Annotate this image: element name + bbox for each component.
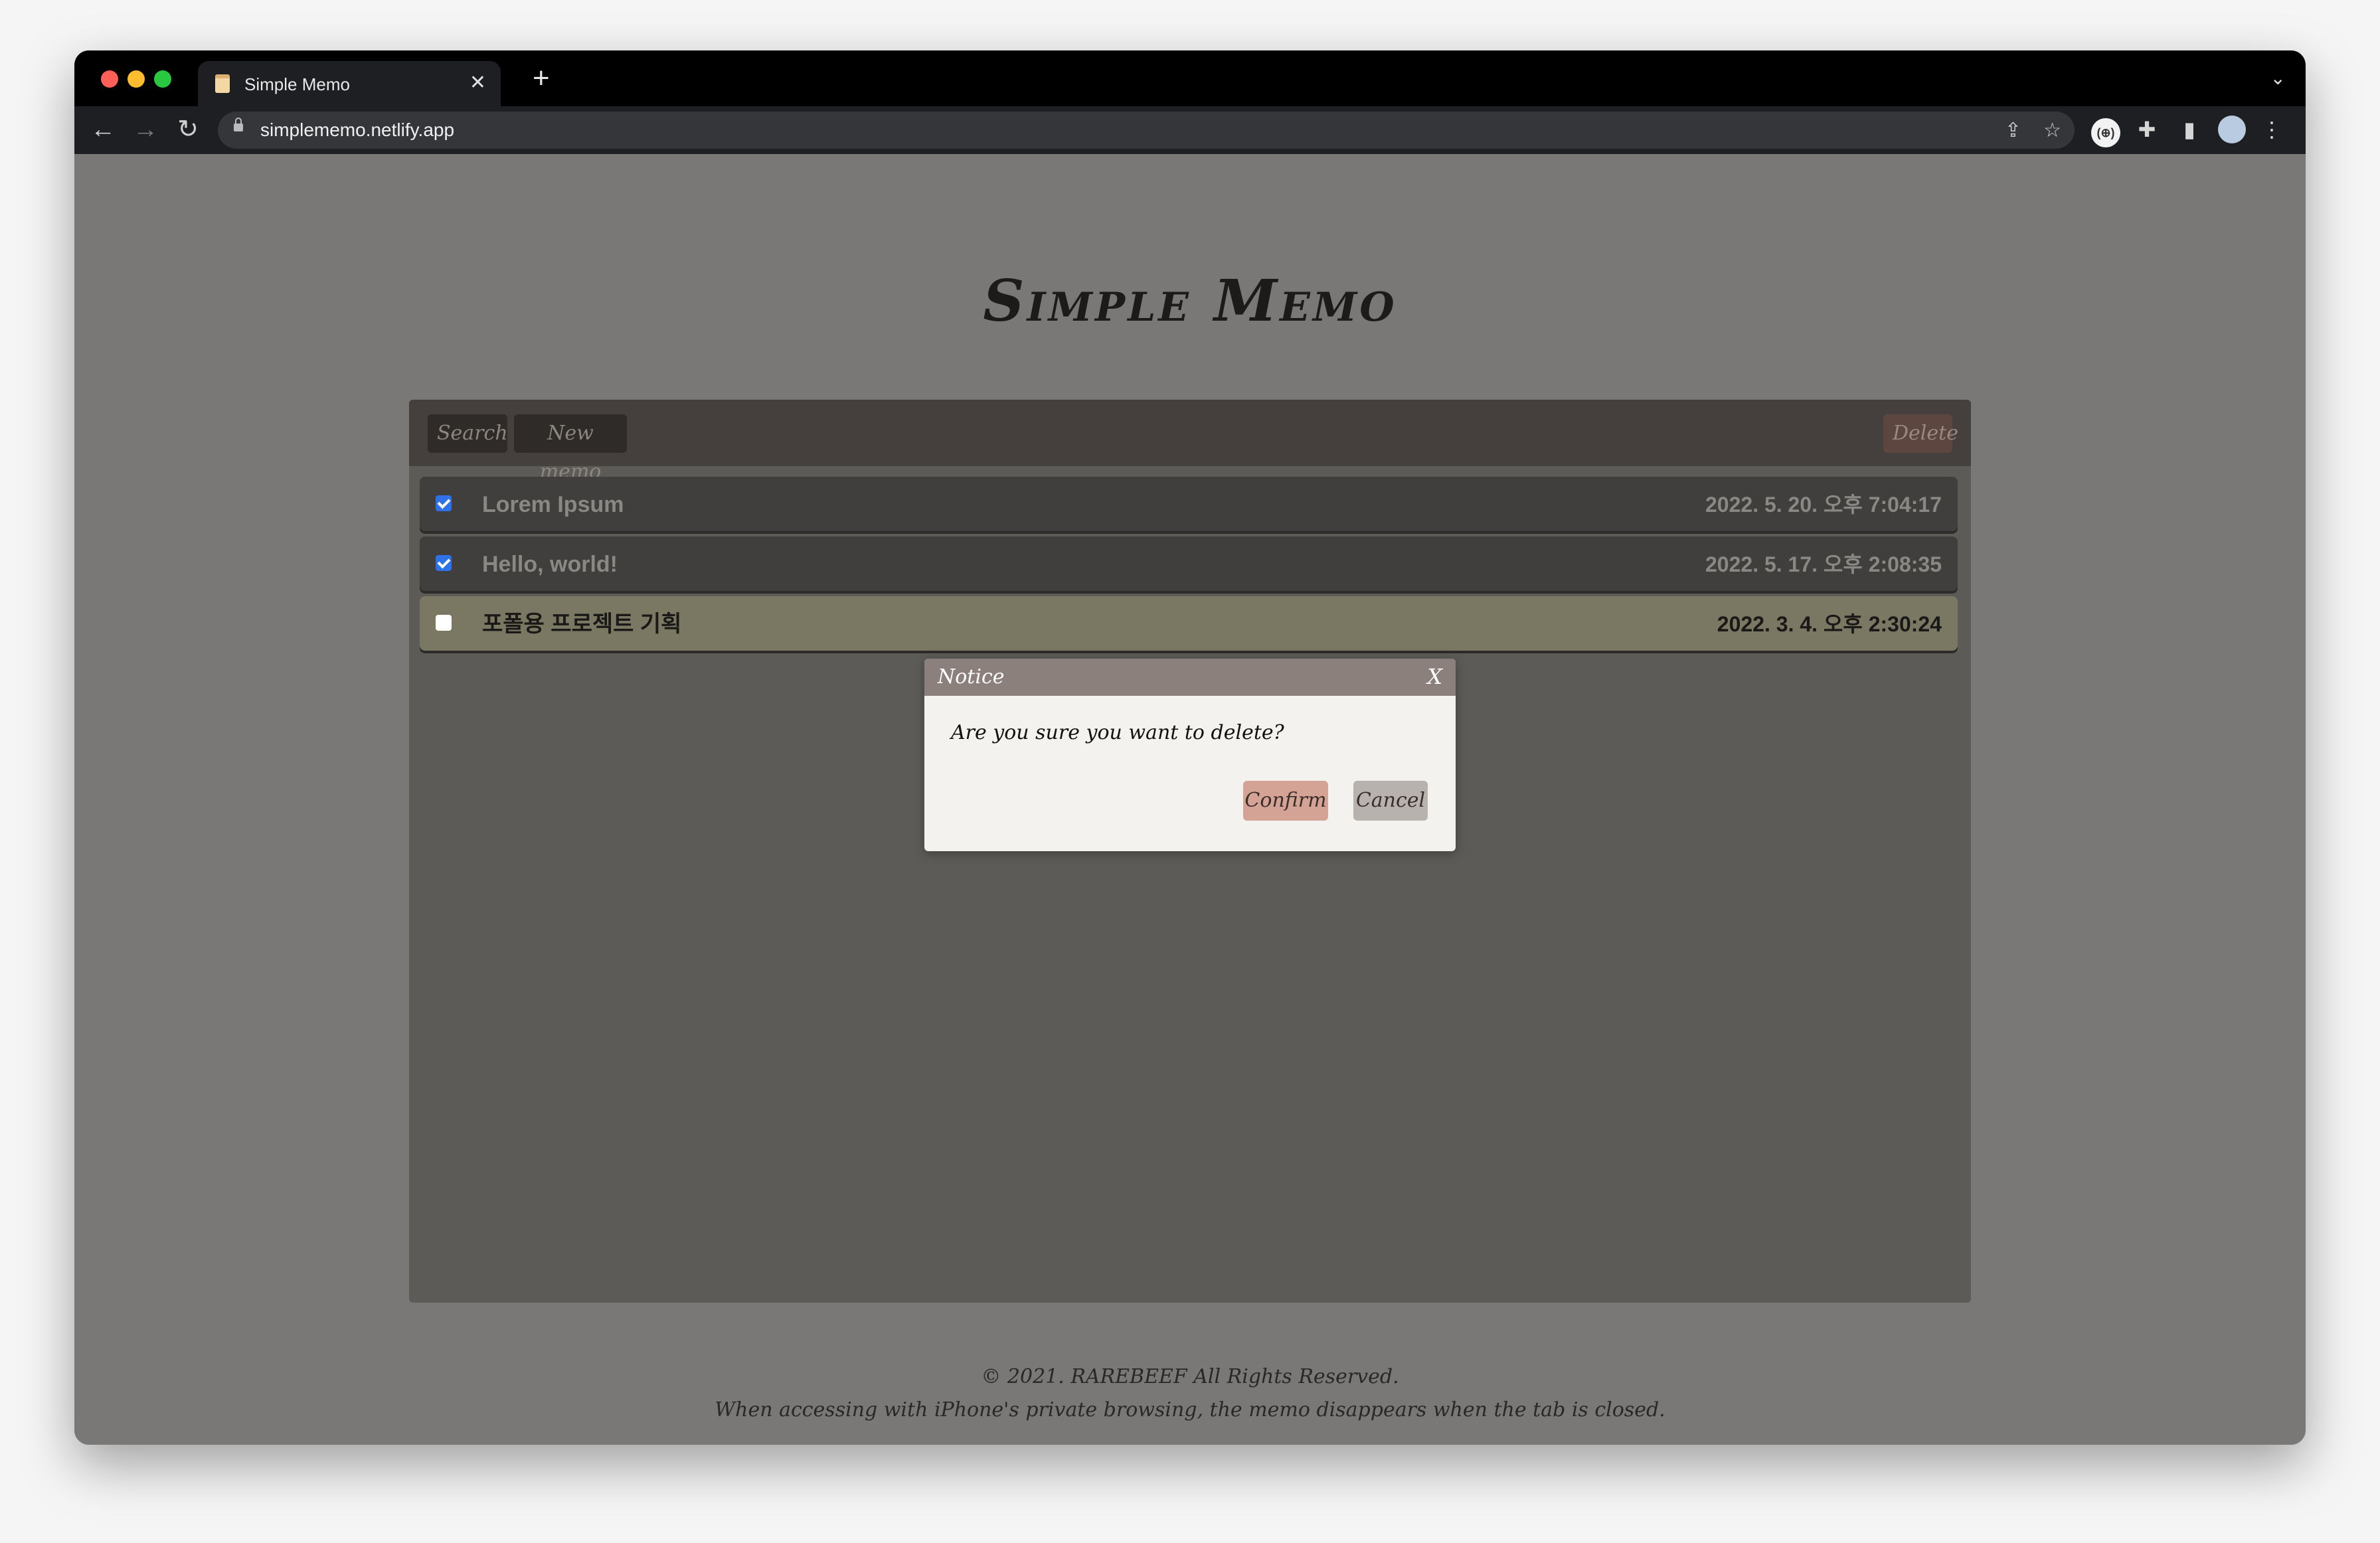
tab-strip: Simple Memo ✕ + ⌄ [74,50,2306,106]
new-memo-button[interactable]: New memo [514,414,627,483]
confirm-button[interactable]: Confirm [1243,781,1328,821]
close-window-button[interactable] [101,70,118,88]
tab-title: Simple Memo [244,74,350,94]
search-button[interactable]: Search [428,414,508,453]
lock-icon[interactable] [234,118,243,131]
memo-row[interactable]: Lorem Ipsum 2022. 5. 20. 오후 7:04:17 [420,477,1958,531]
profile-avatar[interactable] [2217,114,2247,151]
memo-toolbar: Search New memo Delete [409,400,1971,483]
bookmark-star-icon[interactable]: ☆ [2043,120,2061,142]
forward-arrow-icon[interactable]: → [130,114,161,145]
new-tab-button[interactable]: + [533,62,550,94]
back-arrow-icon[interactable]: ← [88,114,118,145]
memo-date: 2022. 5. 20. 오후 7:04:17 [1705,493,1942,517]
memo-checkbox[interactable] [436,615,452,631]
delete-confirm-dialog: Notice X Are you sure you want to delete… [924,659,1456,851]
side-panel-icon[interactable]: ▮ [2174,114,2205,145]
browser-toolbar: ← → ↻ simplememo.netlify.app ⇪ ☆ (⊕) ✚ ▮… [74,106,2306,154]
memo-row[interactable]: Hello, world! 2022. 5. 17. 오후 2:08:35 [420,536,1958,591]
memo-panel: Search New memo Delete Lorem Ipsum 2022.… [409,400,1971,1303]
close-icon[interactable]: ✕ [469,72,486,94]
memo-date: 2022. 5. 17. 오후 2:08:35 [1705,552,1942,576]
maximize-window-button[interactable] [154,70,171,88]
footer-note: When accessing with iPhone's private bro… [715,1398,1665,1421]
memo-row[interactable]: 포폴용 프로젝트 기획 2022. 3. 4. 오후 2:30:24 [420,596,1958,651]
url-text[interactable]: simplememo.netlify.app [260,120,454,141]
dialog-title: Notice [938,665,1005,689]
puzzle-icon[interactable]: ✚ [2132,114,2162,145]
kebab-menu-icon[interactable]: ⋮ [2256,114,2287,145]
notepad-icon [215,74,230,93]
chevron-down-icon[interactable]: ⌄ [2270,65,2286,92]
share-icon[interactable]: ⇪ [2005,120,2021,142]
avatar [2218,116,2246,143]
browser-window: Simple Memo ✕ + ⌄ ← → ↻ simplememo.netli… [74,50,2306,1445]
dialog-message: Are you sure you want to delete? [951,721,1284,744]
memo-date: 2022. 3. 4. 오후 2:30:24 [1717,612,1942,636]
memo-title[interactable]: 포폴용 프로젝트 기획 [482,611,681,637]
dialog-close-button[interactable]: X [1427,664,1442,689]
footer-copyright: © 2021. RAREBEEF All Rights Reserved. [981,1365,1399,1388]
memo-checkbox[interactable] [436,555,452,571]
memo-title[interactable]: Lorem Ipsum [482,491,624,518]
minimize-window-button[interactable] [128,70,145,88]
cancel-button[interactable]: Cancel [1353,781,1428,821]
page-content: Simple Memo Search New memo Delete Lorem… [74,154,2306,1445]
reload-icon[interactable]: ↻ [173,114,203,145]
page-title: Simple Memo [983,268,1397,335]
delete-button[interactable]: Delete [1883,414,1958,453]
tab-simple-memo[interactable]: Simple Memo ✕ [198,61,501,106]
memo-title[interactable]: Hello, world! [482,551,618,578]
extension-badge-icon[interactable]: (⊕) [2090,114,2121,147]
dialog-header: Notice X [924,659,1456,696]
memo-checkbox[interactable] [436,495,452,511]
address-bar[interactable]: simplememo.netlify.app ⇪ ☆ [218,112,2075,149]
